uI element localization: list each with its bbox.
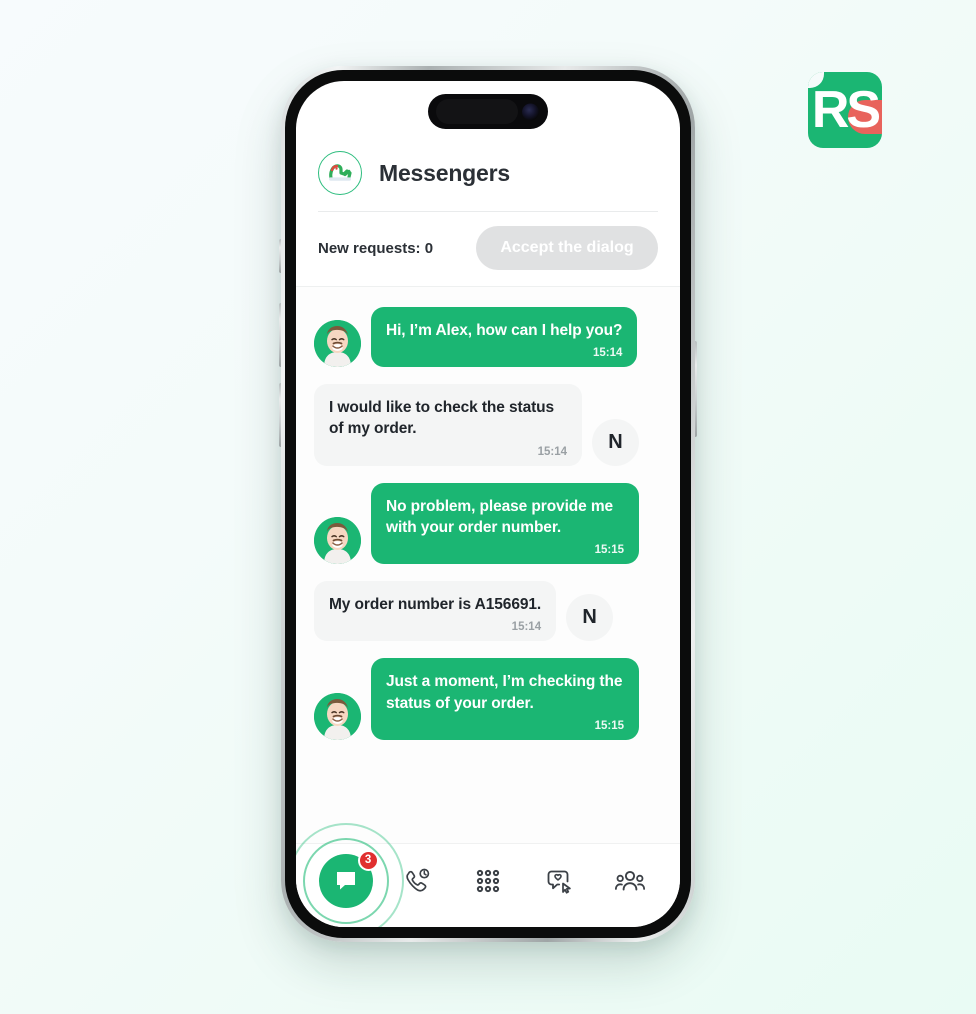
nav-cell-dialpad <box>452 857 523 905</box>
message-bubble: I would like to check the status of my o… <box>314 384 582 466</box>
phone-screen: Messengers New requests: 0 Accept the di… <box>296 81 680 927</box>
agent-avatar <box>314 320 361 368</box>
message-text: My order number is A156691. <box>329 596 542 614</box>
agent-avatar-photo <box>314 517 361 565</box>
chat-unread-badge: 3 <box>357 849 379 871</box>
agent-avatar-photo <box>314 320 361 368</box>
message-row: My order number is A156691. 15:14 N <box>314 581 662 642</box>
message-time: 15:15 <box>594 544 624 557</box>
client-avatar: N <box>592 418 639 466</box>
front-camera-icon <box>522 103 539 120</box>
message-bubble: My order number is A156691. 15:14 <box>314 581 557 642</box>
agent-avatar <box>314 692 361 740</box>
client-avatar: N <box>566 594 614 642</box>
message-text: Hi, I’m Alex, how can I help you? <box>386 322 623 339</box>
message-row: Just a moment, I’m checking the status o… <box>314 658 662 740</box>
phone-device: Messengers New requests: 0 Accept the di… <box>281 66 695 942</box>
header-row: Messengers <box>318 151 658 211</box>
contacts-icon <box>615 870 646 890</box>
chat-thread[interactable]: Hi, I’m Alex, how can I help you? 15:14 … <box>296 286 680 843</box>
call-history-icon <box>406 868 430 892</box>
dynamic-island <box>428 94 548 129</box>
dino-brand-avatar[interactable] <box>318 151 362 195</box>
nav-item-dialpad[interactable] <box>464 857 512 905</box>
message-text: I would like to check the status of my o… <box>329 399 555 438</box>
message-bubble: No problem, please provide me with your … <box>371 482 639 565</box>
message-row: No problem, please provide me with your … <box>314 482 662 565</box>
message-time: 15:14 <box>511 621 542 634</box>
accept-dialog-button[interactable]: Accept the dialog <box>476 226 658 270</box>
nav-item-calls[interactable] <box>393 857 441 905</box>
bottom-nav: 3 <box>296 822 680 927</box>
chat-spacer <box>314 757 662 835</box>
logo-letters: RS <box>811 81 881 139</box>
nav-cell-calls <box>381 857 452 905</box>
message-time: 15:14 <box>593 347 623 360</box>
message-row: I would like to check the status of my o… <box>314 384 662 466</box>
message-time: 15:14 <box>537 445 567 458</box>
nav-cell-reviews <box>524 857 595 905</box>
page-title: Messengers <box>379 159 510 186</box>
dialpad-icon <box>476 869 500 892</box>
rs-logo: RS <box>808 72 882 148</box>
message-time: 15:15 <box>594 719 624 732</box>
message-text: No problem, please provide me with your … <box>386 497 614 536</box>
nav-item-contacts[interactable] <box>606 857 654 905</box>
phone-bezel: Messengers New requests: 0 Accept the di… <box>285 70 691 938</box>
chat-select-icon <box>547 870 571 894</box>
message-row: Hi, I’m Alex, how can I help you? 15:14 <box>314 307 662 368</box>
requests-row: New requests: 0 Accept the dialog <box>318 212 658 286</box>
message-bubble: Just a moment, I’m checking the status o… <box>371 658 639 740</box>
message-bubble: Hi, I’m Alex, how can I help you? 15:14 <box>371 307 638 368</box>
chat-bubble-icon <box>336 871 355 889</box>
nav-item-chats[interactable]: 3 <box>318 849 379 908</box>
agent-avatar <box>314 517 361 565</box>
dino-brand-avatar-icon <box>329 164 352 181</box>
nav-cell-contacts <box>595 857 666 905</box>
nav-cell-chats: 3 <box>296 822 404 927</box>
new-requests-label: New requests: 0 <box>318 239 434 257</box>
message-text: Just a moment, I’m checking the status o… <box>386 673 623 712</box>
nav-item-reviews[interactable] <box>535 857 583 905</box>
island-pill <box>436 99 518 124</box>
agent-avatar-photo <box>314 692 361 740</box>
